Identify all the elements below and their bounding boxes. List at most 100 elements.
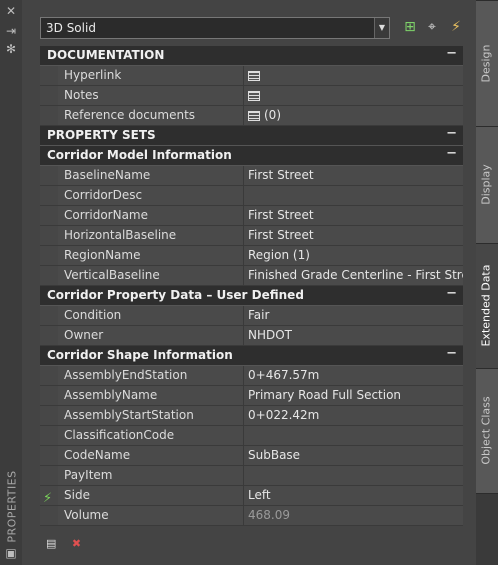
section-header[interactable]: Corridor Model Information − <box>40 146 463 166</box>
property-value-text: First Street <box>248 228 314 242</box>
collapse-icon[interactable]: − <box>446 146 457 161</box>
autohide-icon[interactable]: ⇥ <box>4 24 18 38</box>
property-value[interactable]: First Street <box>244 226 463 245</box>
tab-extended-data[interactable]: Extended Data <box>476 243 498 369</box>
property-row[interactable]: AssemblyStartStation 0+022.42m <box>40 406 463 426</box>
add-property-set-icon[interactable]: ⊞ <box>400 17 420 37</box>
property-value[interactable] <box>244 186 463 205</box>
property-row[interactable]: Owner NHDOT <box>40 326 463 346</box>
collapse-icon[interactable]: − <box>446 286 457 301</box>
property-name: RegionName <box>58 246 244 265</box>
property-row[interactable]: HorizontalBaseline First Street <box>40 226 463 246</box>
row-gutter <box>40 426 58 445</box>
property-row[interactable]: Reference documents (0) <box>40 106 463 126</box>
property-value[interactable]: 0+467.57m <box>244 366 463 385</box>
remove-property-sets-icon[interactable]: ✖ <box>72 537 88 551</box>
property-value-text: 0+467.57m <box>248 368 320 382</box>
property-row[interactable]: Condition Fair <box>40 306 463 326</box>
table-icon[interactable] <box>248 90 260 101</box>
property-value[interactable] <box>244 66 463 85</box>
chevron-down-icon[interactable]: ▼ <box>374 18 389 38</box>
tab-object-class[interactable]: Object Class <box>476 368 498 494</box>
property-name: BaselineName <box>58 166 244 185</box>
property-value[interactable]: Region (1) <box>244 246 463 265</box>
property-value[interactable]: First Street <box>244 166 463 185</box>
section-title: PROPERTY SETS <box>47 128 156 142</box>
property-value[interactable]: NHDOT <box>244 326 463 345</box>
object-type-value: 3D Solid <box>46 21 96 35</box>
property-value[interactable]: First Street <box>244 206 463 225</box>
row-gutter <box>40 326 58 345</box>
section-header[interactable]: DOCUMENTATION − <box>40 46 463 66</box>
property-value[interactable]: (0) <box>244 106 463 125</box>
property-value[interactable]: Primary Road Full Section <box>244 386 463 405</box>
property-row[interactable]: CorridorName First Street <box>40 206 463 226</box>
property-name: ClassificationCode <box>58 426 244 445</box>
property-name: HorizontalBaseline <box>58 226 244 245</box>
property-name: AssemblyEndStation <box>58 366 244 385</box>
property-value-text: NHDOT <box>248 328 293 342</box>
section-header[interactable]: Corridor Property Data – User Defined − <box>40 286 463 306</box>
property-name: PayItem <box>58 466 244 485</box>
property-value[interactable] <box>244 466 463 485</box>
property-row[interactable]: ClassificationCode <box>40 426 463 446</box>
property-value-text: (0) <box>264 108 281 122</box>
property-row[interactable]: PayItem <box>40 466 463 486</box>
property-value[interactable]: 0+022.42m <box>244 406 463 425</box>
property-value-text: Finished Grade Centerline - First Street <box>248 268 463 282</box>
property-value[interactable] <box>244 86 463 105</box>
tab-display[interactable]: Display <box>476 126 498 244</box>
row-gutter <box>40 446 58 465</box>
property-value[interactable] <box>244 426 463 445</box>
row-gutter <box>40 106 58 125</box>
collapse-icon[interactable]: − <box>446 346 457 361</box>
property-name: Volume <box>58 506 244 525</box>
row-gutter <box>40 186 58 205</box>
collapse-icon[interactable]: − <box>446 46 457 61</box>
object-type-dropdown[interactable]: 3D Solid ▼ <box>40 17 390 39</box>
property-value[interactable]: SubBase <box>244 446 463 465</box>
palette-menu-icon[interactable]: ▣ <box>4 546 18 560</box>
property-row[interactable]: VerticalBaseline Finished Grade Centerlin… <box>40 266 463 286</box>
section-header[interactable]: Corridor Shape Information − <box>40 346 463 366</box>
property-row[interactable]: Notes <box>40 86 463 106</box>
quick-select-icon[interactable]: ⚡ <box>446 17 466 37</box>
property-value[interactable]: Left <box>244 486 463 505</box>
property-row[interactable]: Side Left <box>40 486 463 506</box>
section-header[interactable]: PROPERTY SETS − <box>40 126 463 146</box>
tab-label: Display <box>479 164 493 205</box>
property-value[interactable]: Finished Grade Centerline - First Street <box>244 266 463 285</box>
property-value[interactable]: Fair <box>244 306 463 325</box>
table-icon[interactable] <box>248 110 260 121</box>
property-name: Notes <box>58 86 244 105</box>
gear-icon[interactable]: ✻ <box>4 42 18 56</box>
tab-design[interactable]: Design <box>476 0 498 127</box>
property-row[interactable]: CodeName SubBase <box>40 446 463 466</box>
row-gutter <box>40 506 58 525</box>
property-row[interactable]: AssemblyName Primary Road Full Section <box>40 386 463 406</box>
property-row[interactable]: Hyperlink <box>40 66 463 86</box>
property-row[interactable]: RegionName Region (1) <box>40 246 463 266</box>
property-name: Hyperlink <box>58 66 244 85</box>
row-gutter <box>40 206 58 225</box>
tab-label: Extended Data <box>479 264 493 347</box>
collapse-icon[interactable]: − <box>446 126 457 141</box>
select-objects-icon[interactable]: ⌖ <box>422 17 442 37</box>
tab-label: Design <box>479 44 493 82</box>
add-property-sets-icon[interactable]: ▤ <box>46 537 62 551</box>
property-row[interactable]: CorridorDesc <box>40 186 463 206</box>
property-row[interactable]: AssemblyEndStation 0+467.57m <box>40 366 463 386</box>
property-row[interactable]: BaselineName First Street <box>40 166 463 186</box>
lightning-icon: ⚡ <box>43 491 53 506</box>
row-gutter <box>40 466 58 485</box>
property-name: CorridorName <box>58 206 244 225</box>
property-name: AssemblyName <box>58 386 244 405</box>
palette-tabs: Design Display Extended Data Object Class <box>476 0 498 565</box>
table-icon[interactable] <box>248 70 260 81</box>
row-gutter <box>40 246 58 265</box>
property-name: AssemblyStartStation <box>58 406 244 425</box>
row-gutter <box>40 266 58 285</box>
property-value[interactable]: 468.09 <box>244 506 463 525</box>
close-icon[interactable]: ✕ <box>4 4 18 18</box>
property-row[interactable]: Volume 468.09 <box>40 506 463 526</box>
